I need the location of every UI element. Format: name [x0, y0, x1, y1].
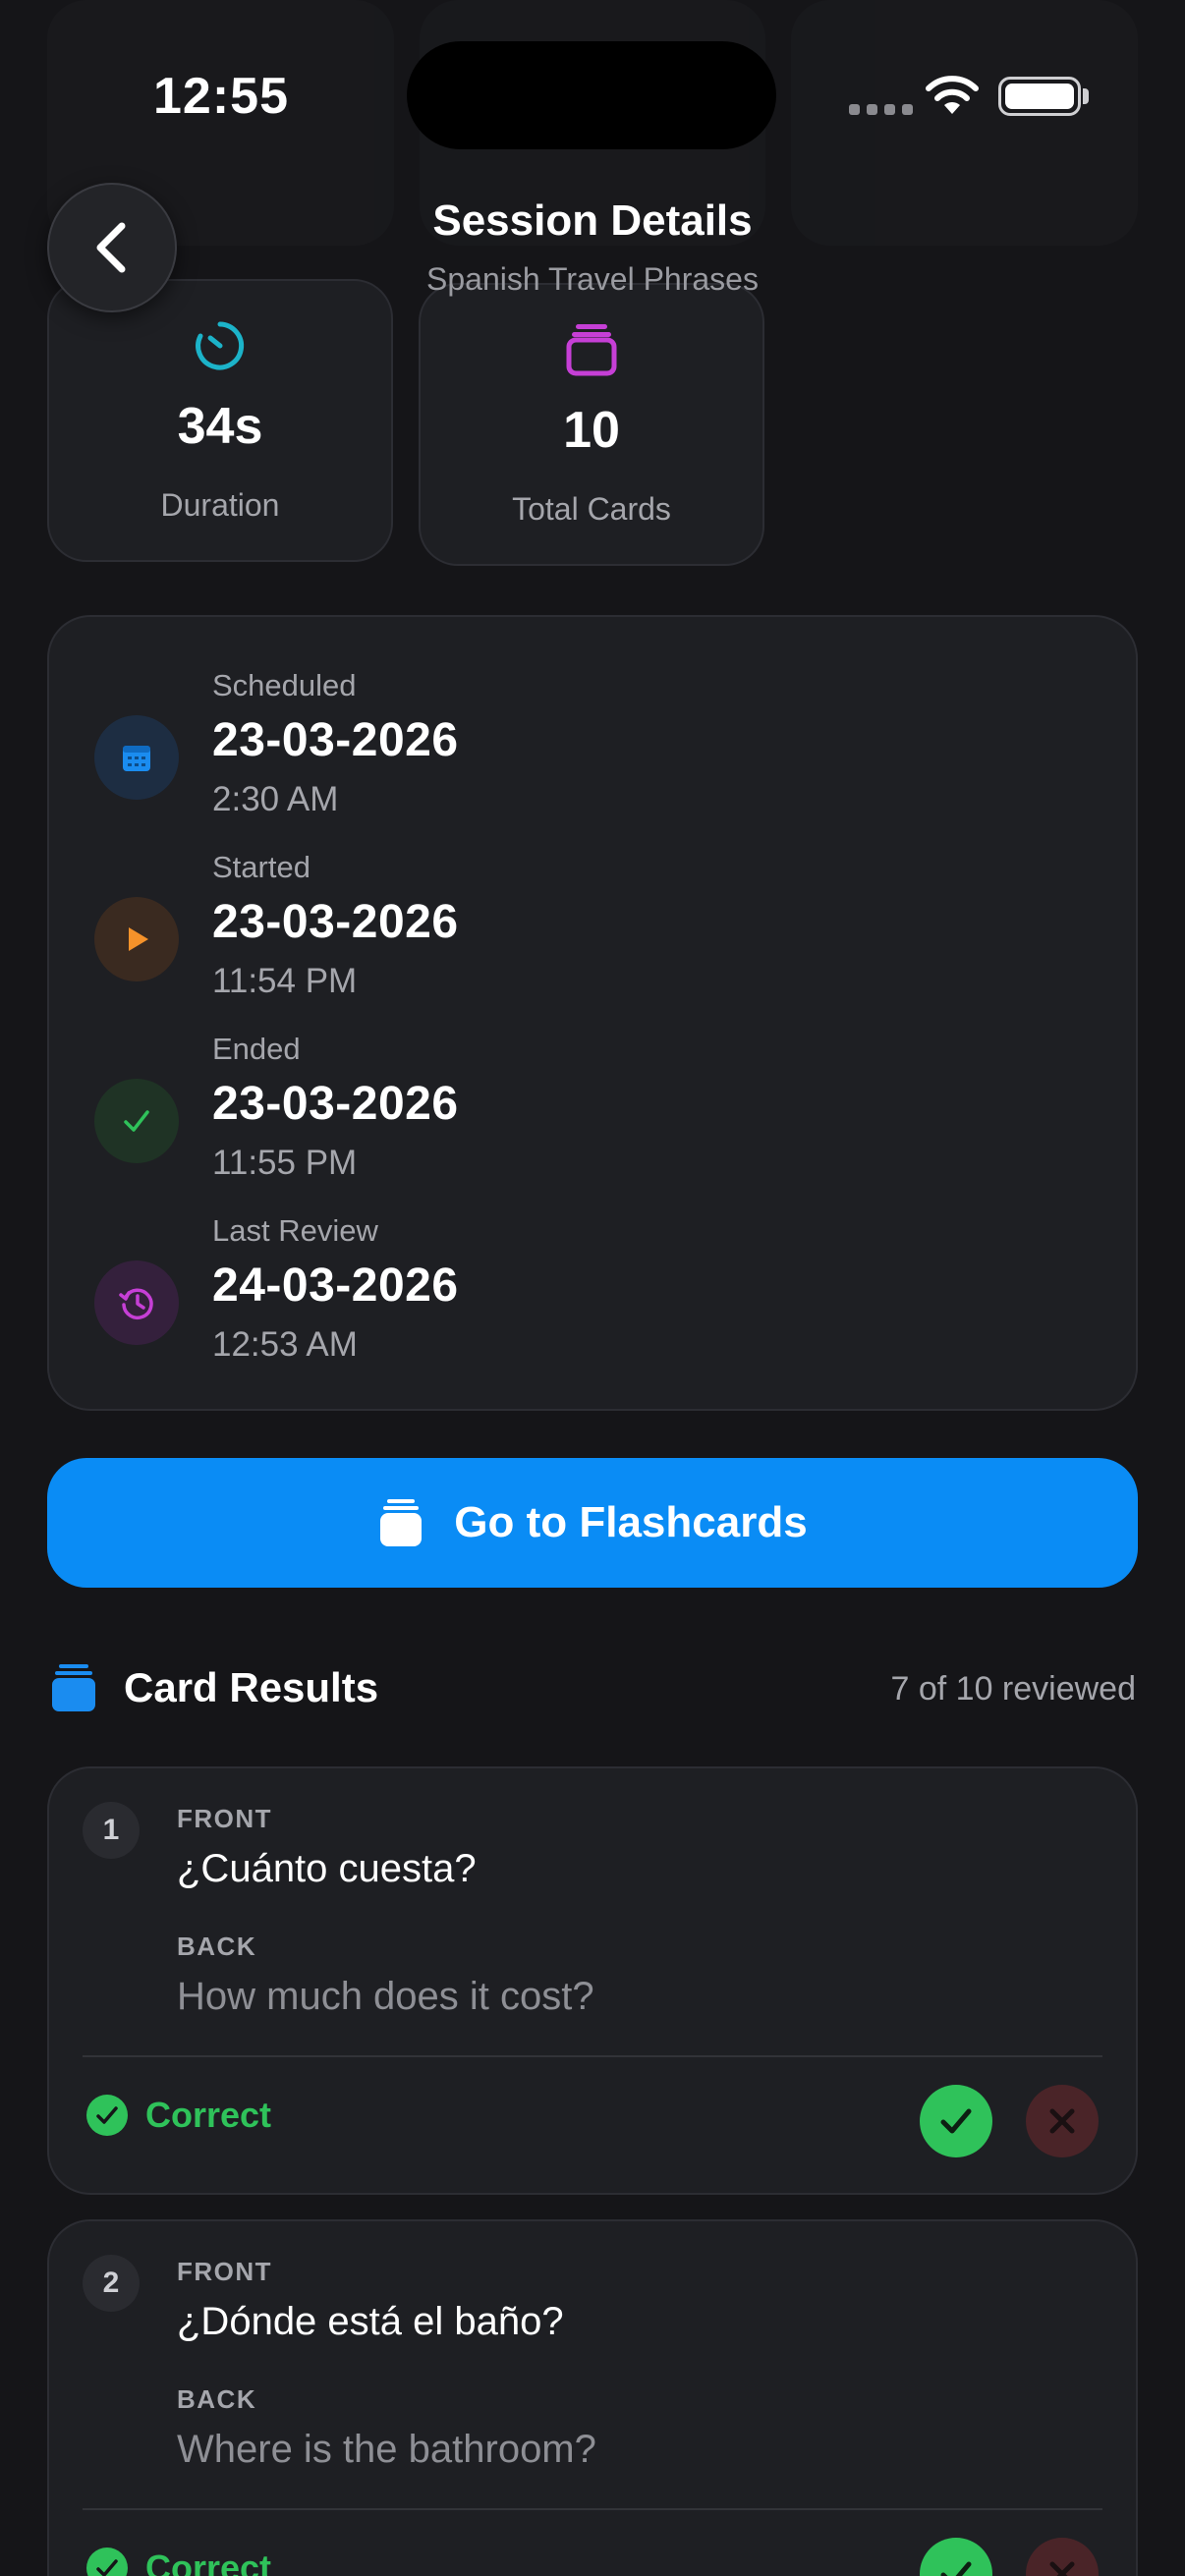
page-title: Session Details	[432, 196, 753, 245]
card-status-label: Correct	[145, 2095, 272, 2135]
go-to-flashcards-button[interactable]: Go to Flashcards	[47, 1458, 1138, 1588]
page-subtitle: Spanish Travel Phrases	[426, 261, 759, 297]
session-timeline-card: Scheduled 23-03-2026 2:30 AM Started 23-…	[47, 615, 1138, 1411]
card-back-text: Where is the bathroom?	[177, 2428, 596, 2471]
status-time: 12:55	[153, 68, 289, 125]
battery-icon	[998, 77, 1081, 116]
back-button[interactable]	[47, 183, 177, 312]
mark-incorrect-button[interactable]	[1026, 2538, 1099, 2576]
card-back-text: How much does it cost?	[177, 1975, 594, 2018]
timeline-date: 23-03-2026	[212, 714, 459, 766]
timeline-time: 11:54 PM	[212, 962, 358, 1000]
card-number-badge: 1	[83, 1802, 140, 1859]
close-icon	[1049, 2561, 1075, 2576]
card-results-header: Card Results 7 of 10 reviewed	[47, 1656, 1138, 1721]
card-front-text: ¿Cuánto cuesta?	[177, 1847, 477, 1890]
card-status: Correct	[86, 2095, 271, 2136]
timer-icon	[49, 316, 391, 375]
mark-correct-button[interactable]	[920, 2538, 992, 2576]
card-result-item: 1 FRONT ¿Cuánto cuesta? BACK How much do…	[47, 1766, 1138, 2195]
duration-value: 34s	[177, 398, 263, 455]
timeline-row-ended: Ended 23-03-2026 11:55 PM	[49, 1030, 1136, 1211]
cards-stack-icon	[380, 1499, 423, 1546]
front-tag: FRONT	[177, 2257, 273, 2286]
timeline-date: 24-03-2026	[212, 1260, 459, 1312]
battery-tip	[1083, 88, 1089, 104]
front-tag: FRONT	[177, 1804, 273, 1833]
session-details-screen: 12:55 Session Details Spanish Travel Phr…	[0, 0, 1185, 2576]
check-icon	[940, 2108, 972, 2134]
total-cards-value: 10	[563, 402, 620, 459]
play-icon	[94, 897, 179, 981]
timeline-time: 12:53 AM	[212, 1325, 358, 1364]
check-icon	[94, 1079, 179, 1163]
timeline-label: Last Review	[212, 1213, 378, 1248]
cellular-signal-icon	[849, 104, 913, 115]
chevron-left-icon	[96, 222, 126, 273]
wifi-icon	[926, 76, 979, 114]
cards-icon	[52, 1664, 95, 1711]
card-status: Correct	[86, 2548, 271, 2576]
close-icon	[1049, 2108, 1075, 2134]
total-cards-stat-card: 10 Total Cards	[419, 283, 764, 566]
check-circle-icon	[86, 2095, 128, 2136]
duration-stat-card: 34s Duration	[47, 279, 393, 562]
card-status-label: Correct	[145, 2548, 272, 2576]
timeline-row-scheduled: Scheduled 23-03-2026 2:30 AM	[49, 666, 1136, 848]
go-to-flashcards-label: Go to Flashcards	[454, 1498, 808, 1546]
timeline-date: 23-03-2026	[212, 1078, 459, 1130]
divider	[83, 2508, 1102, 2510]
timeline-time: 11:55 PM	[212, 1144, 358, 1182]
card-front-text: ¿Dónde está el baño?	[177, 2300, 564, 2343]
back-tag: BACK	[177, 2384, 257, 2414]
card-result-item: 2 FRONT ¿Dónde está el baño? BACK Where …	[47, 2219, 1138, 2576]
duration-label: Duration	[160, 487, 280, 523]
card-results-title: Card Results	[124, 1664, 379, 1710]
check-circle-icon	[86, 2548, 128, 2576]
mark-correct-button[interactable]	[920, 2085, 992, 2157]
timeline-label: Ended	[212, 1032, 301, 1066]
timeline-row-last-review: Last Review 24-03-2026 12:53 AM	[49, 1211, 1136, 1393]
timeline-row-started: Started 23-03-2026 11:54 PM	[49, 848, 1136, 1030]
card-number-badge: 2	[83, 2255, 140, 2312]
dynamic-island	[407, 41, 776, 149]
status-bar: 12:55	[0, 0, 1185, 187]
timeline-label: Scheduled	[212, 668, 357, 702]
timeline-date: 23-03-2026	[212, 896, 459, 948]
timeline-time: 2:30 AM	[212, 780, 339, 818]
total-cards-label: Total Cards	[512, 491, 671, 527]
reviewed-count: 7 of 10 reviewed	[890, 1670, 1137, 1708]
calendar-icon	[94, 715, 179, 800]
mark-incorrect-button[interactable]	[1026, 2085, 1099, 2157]
divider	[83, 2055, 1102, 2057]
back-tag: BACK	[177, 1932, 257, 1961]
cards-icon	[421, 320, 762, 379]
check-icon	[940, 2561, 972, 2576]
timeline-label: Started	[212, 850, 310, 884]
history-icon	[94, 1260, 179, 1345]
